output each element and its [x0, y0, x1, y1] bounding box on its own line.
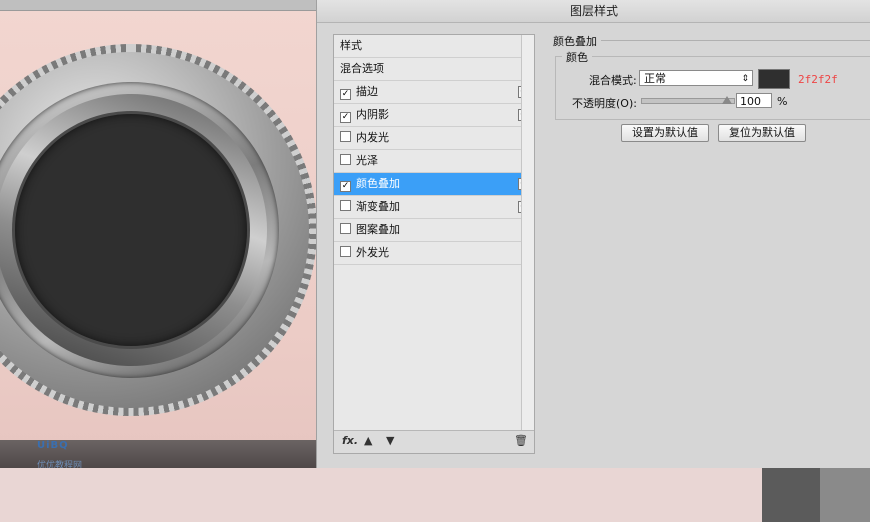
style-list-item[interactable]: 混合选项 — [334, 58, 534, 81]
style-list-label: 内阴影 — [356, 108, 389, 121]
group-title: 颜色 — [562, 49, 592, 65]
watermark-caption: 优优教程网 — [37, 461, 83, 468]
dialog-title: 图层样式 — [317, 0, 870, 23]
style-checkbox[interactable] — [340, 200, 351, 211]
style-list-item[interactable]: 图案叠加 — [334, 219, 534, 242]
style-list-item[interactable]: 渐变叠加+ — [334, 196, 534, 219]
background-strip-light — [820, 468, 870, 522]
style-checkbox[interactable]: ✓ — [340, 89, 351, 100]
section-title: 颜色叠加 — [549, 33, 601, 49]
layer-style-dialog: 图层样式 样式混合选项✓描边+✓内阴影+内发光光泽✓颜色叠加+渐变叠加+图案叠加… — [316, 0, 870, 468]
style-list-label: 颜色叠加 — [356, 177, 400, 190]
style-list-item[interactable]: ✓颜色叠加+ — [334, 173, 534, 196]
reset-default-button[interactable]: 复位为默认值 — [718, 124, 806, 142]
canvas-area: UiBQ 优优教程网 — [0, 0, 316, 468]
style-list-label: 图案叠加 — [356, 223, 400, 236]
list-scrollbar[interactable] — [521, 35, 534, 430]
style-checkbox[interactable] — [340, 223, 351, 234]
fx-icon[interactable]: fx. — [342, 434, 358, 447]
lens-core — [15, 114, 247, 346]
style-checkbox[interactable] — [340, 131, 351, 142]
style-list-item[interactable]: 外发光 — [334, 242, 534, 265]
style-list-label: 内发光 — [356, 131, 389, 144]
opacity-slider[interactable] — [641, 98, 735, 104]
canvas-top-strip — [0, 0, 316, 11]
style-list-label: 样式 — [340, 39, 362, 52]
style-checkbox[interactable] — [340, 246, 351, 257]
style-list-label: 渐变叠加 — [356, 200, 400, 213]
list-footer: fx. ▲ ▼ 🗑 — [334, 430, 534, 453]
watermark-logo: UiBQ — [37, 440, 69, 451]
arrow-up-icon[interactable]: ▲ — [364, 434, 372, 447]
style-checkbox[interactable] — [340, 154, 351, 165]
select-arrow-icon: ⇕ — [741, 74, 749, 84]
style-list-item[interactable]: 光泽 — [334, 150, 534, 173]
blend-mode-select[interactable]: 正常 ⇕ — [639, 70, 753, 86]
blend-mode-label: 混合模式: — [589, 74, 637, 87]
style-list-item[interactable]: ✓内阴影+ — [334, 104, 534, 127]
style-list-label: 光泽 — [356, 154, 378, 167]
style-list-label: 描边 — [356, 85, 378, 98]
color-swatch[interactable] — [758, 69, 790, 89]
arrow-down-icon[interactable]: ▼ — [386, 434, 394, 447]
styles-list: 样式混合选项✓描边+✓内阴影+内发光光泽✓颜色叠加+渐变叠加+图案叠加外发光 f… — [333, 34, 535, 454]
camera-lens-image — [0, 44, 316, 416]
color-hex-annotation: 2f2f2f — [798, 73, 838, 86]
set-default-button[interactable]: 设置为默认值 — [621, 124, 709, 142]
style-list-item[interactable]: ✓描边+ — [334, 81, 534, 104]
opacity-slider-thumb[interactable] — [722, 96, 732, 104]
trash-icon[interactable]: 🗑 — [514, 434, 528, 447]
opacity-unit: % — [777, 95, 788, 108]
style-list-item[interactable]: 样式 — [334, 35, 534, 58]
blend-mode-value: 正常 — [644, 72, 666, 85]
style-list-label: 外发光 — [356, 246, 389, 259]
style-checkbox[interactable]: ✓ — [340, 181, 351, 192]
style-list-label: 混合选项 — [340, 62, 384, 75]
opacity-label: 不透明度(O): — [572, 97, 637, 110]
style-checkbox[interactable]: ✓ — [340, 112, 351, 123]
opacity-input[interactable]: 100 — [736, 93, 772, 108]
style-list-item[interactable]: 内发光 — [334, 127, 534, 150]
